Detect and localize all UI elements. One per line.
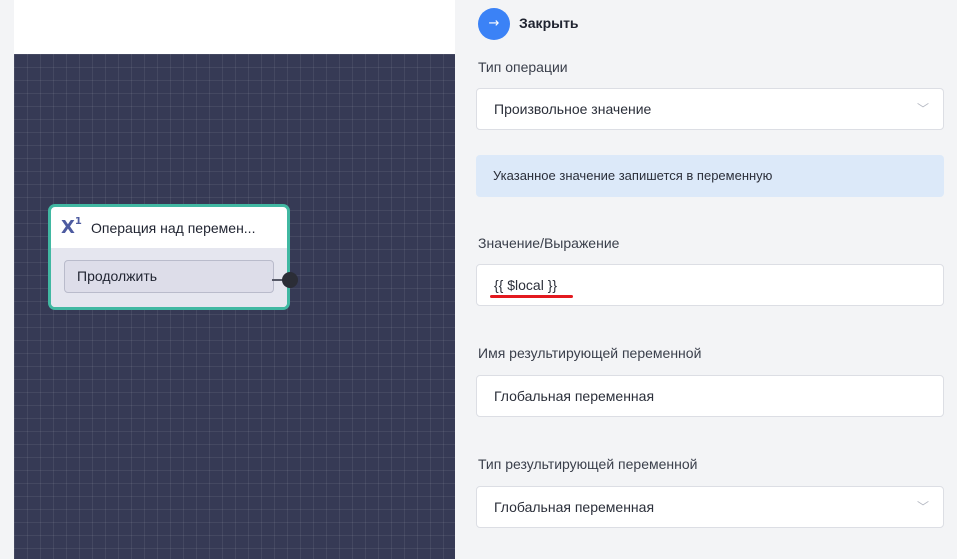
result-type-value: Глобальная переменная: [494, 499, 655, 515]
settings-panel: → Закрыть Тип операции Произвольное знач…: [455, 0, 957, 559]
app-frame: X1 Операция над перемен... Продолжить → …: [0, 0, 957, 559]
operation-type-value: Произвольное значение: [494, 101, 652, 117]
result-name-label: Имя результирующей переменной: [478, 345, 702, 361]
arrow-right-icon[interactable]: →: [478, 8, 510, 40]
expression-input[interactable]: {{ $local }}: [476, 264, 944, 306]
chevron-down-icon: ﹀: [916, 500, 929, 514]
node-title: Операция над перемен...: [91, 219, 256, 236]
close-button-label[interactable]: Закрыть: [519, 15, 579, 31]
variable-operation-node[interactable]: X1 Операция над перемен... Продолжить: [48, 204, 290, 310]
continue-button[interactable]: Продолжить: [64, 260, 274, 293]
variable-icon: X1: [61, 216, 82, 238]
operation-type-select[interactable]: Произвольное значение ﹀: [476, 88, 944, 130]
flow-canvas[interactable]: X1 Операция над перемен... Продолжить: [14, 54, 455, 559]
result-name-input[interactable]: Глобальная переменная: [476, 375, 944, 417]
canvas-top-bar: [14, 0, 455, 54]
node-body: Продолжить: [51, 248, 287, 307]
chevron-down-icon: ﹀: [916, 102, 929, 116]
expression-label: Значение/Выражение: [478, 235, 620, 251]
result-type-label: Тип результирующей переменной: [478, 456, 698, 472]
result-name-value: Глобальная переменная: [494, 388, 655, 404]
output-port-handle[interactable]: [282, 272, 298, 288]
info-banner: Указанное значение запишется в переменну…: [476, 155, 944, 197]
node-header[interactable]: X1 Операция над перемен...: [51, 207, 287, 248]
operation-type-label: Тип операции: [478, 59, 568, 75]
highlight-underline: [490, 295, 573, 298]
expression-value: {{ $local }}: [494, 277, 558, 293]
result-type-select[interactable]: Глобальная переменная ﹀: [476, 486, 944, 528]
